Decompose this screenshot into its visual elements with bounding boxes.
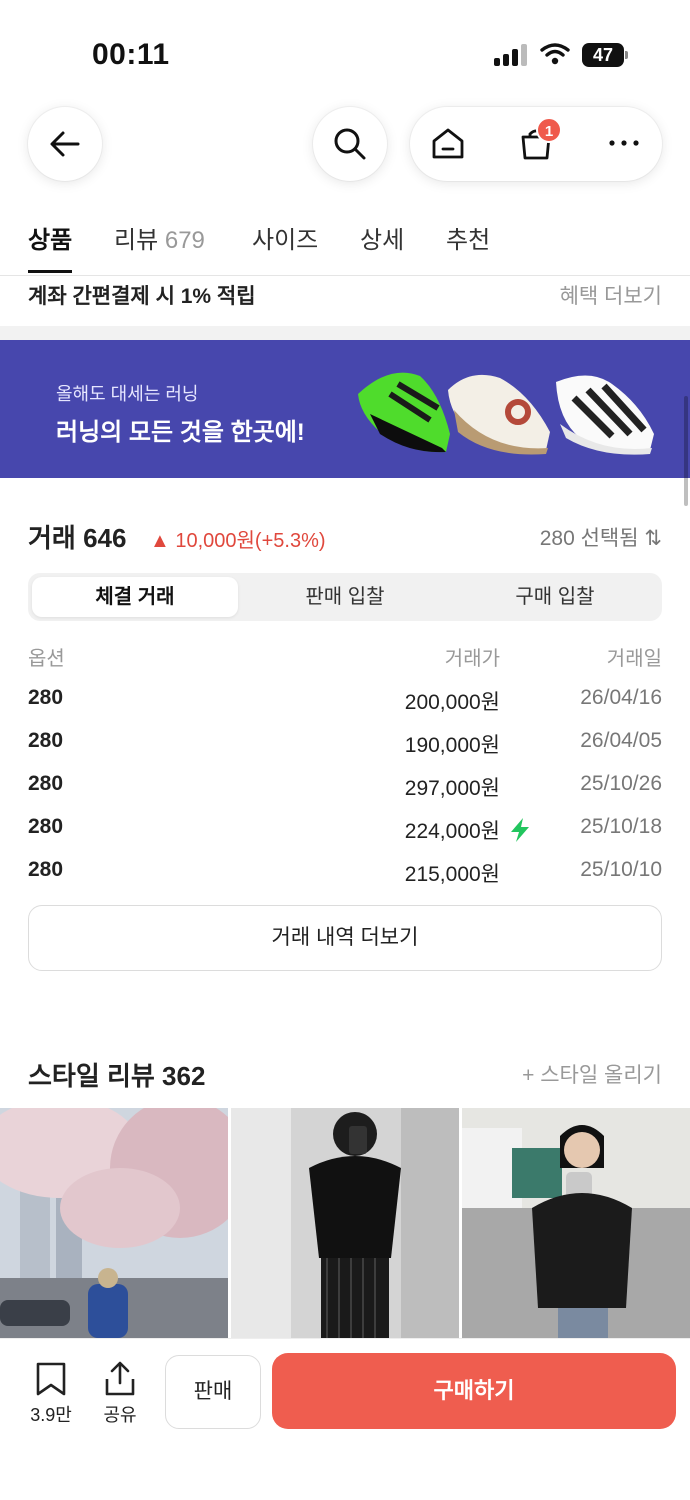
style-photo-strip [0, 1108, 690, 1338]
scrollbar-thumb[interactable] [684, 396, 688, 506]
white-black-running-shoe-image [556, 375, 654, 455]
review-count: 679 [164, 227, 205, 254]
sell-button[interactable]: 판매 [165, 1355, 261, 1429]
running-promo-banner[interactable]: 올해도 대세는 러닝 러닝의 모든 것을 한곳에! [0, 340, 690, 478]
bookmark-count: 3.9만 [30, 1405, 72, 1425]
trade-count-title: 거래 646 [28, 523, 127, 553]
share-label: 공유 [103, 1405, 137, 1425]
price-change: ▲ 10,000원(+5.3%) [150, 530, 326, 552]
trade-history-more-button[interactable]: 거래 내역 더보기 [28, 905, 662, 971]
home-icon[interactable] [430, 125, 466, 161]
trade-option: 280 [28, 858, 64, 881]
header-action-group: 1 [410, 107, 662, 181]
style-photo-mirror-selfie[interactable] [231, 1108, 459, 1338]
benefit-text: 계좌 간편결제 시 1% 적립 [28, 285, 256, 308]
lightning-bolt-icon [511, 818, 529, 842]
style-review-title: 스타일 리뷰 362 [28, 1061, 206, 1091]
size-selector[interactable]: 280 선택됨 ⇅ [540, 522, 662, 552]
battery-icon: 47 [582, 43, 628, 67]
trade-price: 215,000원 [404, 863, 500, 886]
search-icon [334, 128, 366, 160]
tab-review[interactable]: 리뷰 679 [114, 220, 205, 274]
banner-title: 러닝의 모든 것을 한곳에! [56, 419, 305, 446]
cart-count-badge: 1 [536, 117, 562, 143]
trade-table-header: 옵션 거래가 거래일 [28, 642, 662, 672]
column-date: 거래일 [606, 648, 662, 670]
column-price: 거래가 [444, 648, 500, 670]
segment-completed-trades[interactable]: 체결 거래 [32, 577, 238, 617]
battery-level: 47 [582, 43, 624, 67]
cellular-signal-icon [494, 44, 528, 66]
tab-label: 상세 [360, 227, 405, 254]
bottom-action-bar: 3.9만 공유 판매 구매하기 [0, 1338, 690, 1500]
benefit-more-link[interactable]: 혜택 더보기 [560, 280, 662, 310]
shoe-images [358, 372, 654, 455]
tab-detail[interactable]: 상세 [360, 220, 404, 274]
tab-label: 상품 [28, 227, 73, 254]
tab-size[interactable]: 사이즈 [252, 220, 318, 274]
green-running-shoe-image [358, 372, 450, 453]
trade-row: 280 297,000원 25/10/26 [28, 772, 662, 806]
tab-recommend[interactable]: 추천 [446, 220, 490, 274]
share-icon [105, 1361, 135, 1396]
trade-option: 280 [28, 815, 64, 838]
trade-option: 280 [28, 772, 64, 795]
trade-row: 280 200,000원 26/04/16 [28, 686, 662, 720]
segment-sell-bids[interactable]: 판매 입찰 [242, 577, 448, 617]
white-tan-running-shoe-image [448, 374, 550, 455]
bookmark-icon [36, 1362, 66, 1396]
trade-option: 280 [28, 729, 64, 752]
style-photo-room-selfie[interactable] [462, 1108, 690, 1338]
tab-product[interactable]: 상품 [28, 220, 72, 274]
trade-price: 200,000원 [404, 691, 500, 714]
trade-price: 190,000원 [404, 734, 500, 757]
trade-option: 280 [28, 686, 64, 709]
trade-date: 25/10/18 [580, 815, 662, 838]
benefit-row: 계좌 간편결제 시 1% 적립 혜택 더보기 [0, 276, 690, 326]
tab-label: 리뷰 [114, 227, 159, 254]
active-tab-indicator [28, 270, 72, 273]
buy-button[interactable]: 구매하기 [272, 1353, 676, 1429]
search-button[interactable] [313, 107, 387, 181]
bookmark-button[interactable]: 3.9만 [28, 1361, 74, 1427]
trade-row: 280 224,000원 25/10/18 [28, 815, 662, 849]
style-photo-cherry-blossom[interactable] [0, 1108, 228, 1338]
trade-header: 거래 646 ▲ 10,000원(+5.3%) 280 선택됨 ⇅ [28, 518, 662, 558]
product-tabs: 상품 리뷰 679 사이즈 상세 추천 [0, 218, 690, 276]
segment-buy-bids[interactable]: 구매 입찰 [452, 577, 658, 617]
arrow-left-icon [50, 131, 80, 157]
more-horizontal-icon[interactable] [606, 133, 642, 153]
share-button[interactable]: 공유 [96, 1361, 144, 1427]
trade-price: 224,000원 [404, 820, 500, 843]
trade-date: 25/10/10 [580, 858, 662, 881]
tab-label: 사이즈 [252, 227, 319, 254]
style-upload-link[interactable]: + 스타일 올리기 [522, 1059, 662, 1089]
trade-date: 25/10/26 [580, 772, 662, 795]
trade-type-segmented-control: 체결 거래 판매 입찰 구매 입찰 [28, 573, 662, 621]
trade-row: 280 190,000원 26/04/05 [28, 729, 662, 763]
section-divider [0, 326, 690, 340]
trade-date: 26/04/16 [580, 686, 662, 709]
status-time: 00:11 [92, 38, 170, 71]
trade-price: 297,000원 [404, 777, 500, 800]
banner-subtitle: 올해도 대세는 러닝 [56, 384, 199, 404]
wifi-icon [540, 43, 570, 65]
status-bar: 00:11 47 [0, 0, 690, 100]
column-option: 옵션 [28, 648, 65, 670]
trade-date: 26/04/05 [580, 729, 662, 752]
back-button[interactable] [28, 107, 102, 181]
tab-label: 추천 [446, 227, 491, 254]
trade-row: 280 215,000원 25/10/10 [28, 858, 662, 892]
